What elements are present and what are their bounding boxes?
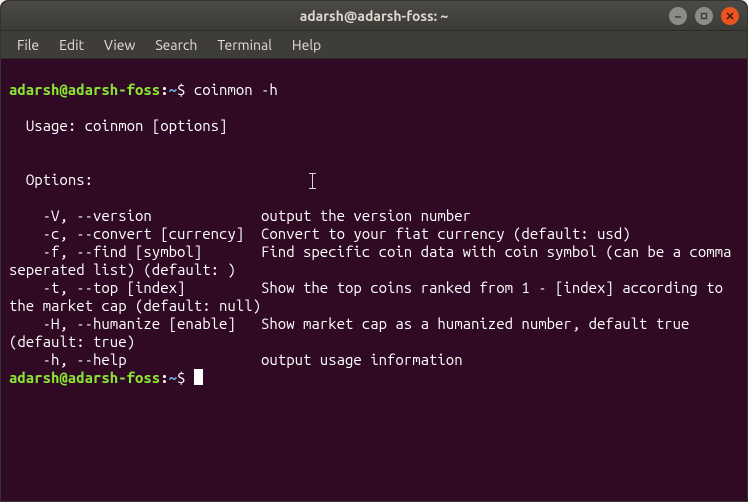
menu-terminal[interactable]: Terminal bbox=[207, 33, 282, 57]
window-title: adarsh@adarsh-foss: ~ bbox=[1, 8, 747, 24]
maximize-button[interactable] bbox=[695, 7, 713, 25]
prompt-user-host: adarsh@adarsh-foss bbox=[9, 81, 160, 98]
menubar: File Edit View Search Terminal Help bbox=[1, 31, 747, 59]
prompt2-path: ~ bbox=[169, 369, 177, 386]
command-2 bbox=[185, 369, 193, 386]
menu-edit[interactable]: Edit bbox=[49, 33, 94, 57]
close-icon bbox=[725, 11, 735, 21]
output-opt-version: -V, --version output the version number bbox=[9, 207, 471, 224]
window-controls bbox=[669, 7, 739, 25]
prompt2-colon: : bbox=[160, 369, 168, 386]
titlebar[interactable]: adarsh@adarsh-foss: ~ bbox=[1, 1, 747, 31]
maximize-icon bbox=[699, 11, 709, 21]
terminal-cursor bbox=[194, 369, 203, 385]
output-opt-help: -h, --help output usage information bbox=[9, 351, 463, 368]
output-options-header: Options: bbox=[9, 171, 93, 188]
menu-view[interactable]: View bbox=[94, 33, 145, 57]
terminal-area[interactable]: adarsh@adarsh-foss:~$ coinmon -h Usage: … bbox=[1, 59, 747, 501]
minimize-icon bbox=[673, 11, 683, 21]
prompt2-user-host: adarsh@adarsh-foss bbox=[9, 369, 160, 386]
menu-help[interactable]: Help bbox=[282, 33, 331, 57]
minimize-button[interactable] bbox=[669, 7, 687, 25]
menu-search[interactable]: Search bbox=[145, 33, 207, 57]
output-opt-find: -f, --find [symbol] Find specific coin d… bbox=[9, 243, 740, 278]
output-usage: Usage: coinmon [options] bbox=[9, 117, 227, 134]
close-button[interactable] bbox=[721, 7, 739, 25]
output-opt-humanize: -H, --humanize [enable] Show market cap … bbox=[9, 315, 698, 350]
prompt-colon: : bbox=[160, 81, 168, 98]
terminal-window: adarsh@adarsh-foss: ~ File Edit View Sea… bbox=[0, 0, 748, 502]
output-opt-convert: -c, --convert [currency] Convert to your… bbox=[9, 225, 631, 242]
text-cursor-icon bbox=[309, 173, 316, 189]
command-1: coinmon -h bbox=[185, 81, 277, 98]
output-opt-top: -t, --top [index] Show the top coins ran… bbox=[9, 279, 731, 314]
prompt-path: ~ bbox=[169, 81, 177, 98]
menu-file[interactable]: File bbox=[7, 33, 49, 57]
